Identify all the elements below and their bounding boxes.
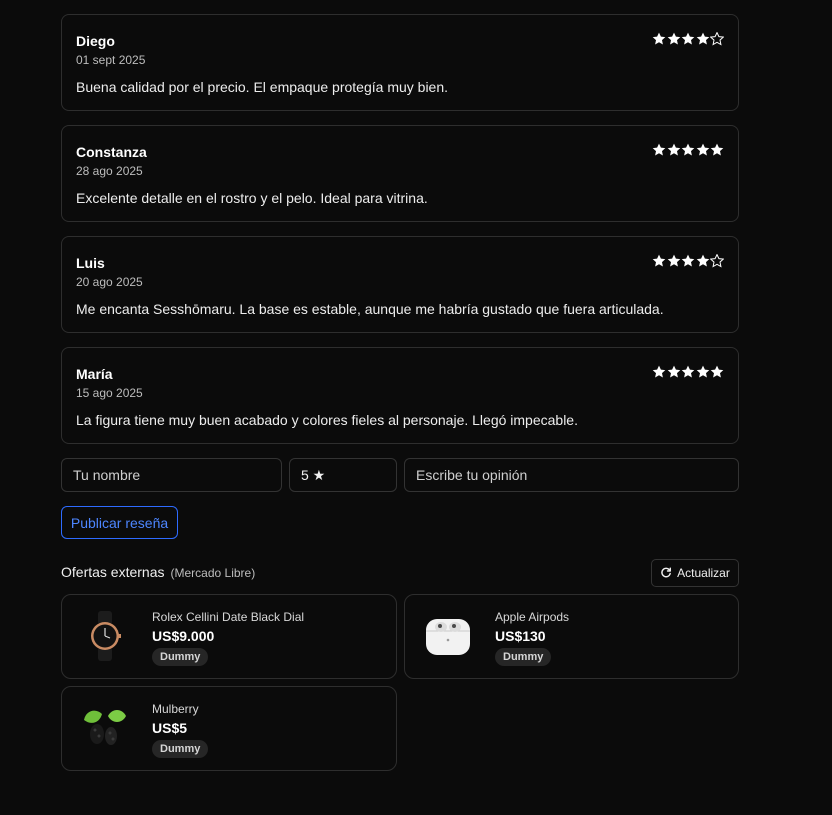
star-filled-icon [681, 365, 695, 378]
review-form: Tu nombre 5 ★ Escribe tu opinión [61, 458, 739, 492]
offer-card[interactable]: Mulberry US$5 Dummy [61, 686, 397, 771]
star-empty-icon [710, 254, 724, 268]
watch-icon [80, 611, 130, 661]
review-author: Constanza [76, 144, 147, 160]
review-text: Excelente detalle en el rostro y el pelo… [76, 190, 428, 206]
star-filled-icon [667, 254, 680, 267]
airpods-icon [423, 611, 473, 661]
star-filled-icon [696, 365, 709, 378]
offers-header: Ofertas externas (Mercado Libre) Actualiz… [61, 559, 739, 587]
star-filled-icon [667, 365, 680, 378]
star-filled-icon [681, 143, 695, 156]
star-filled-icon [652, 32, 666, 45]
offer-price: US$5 [152, 720, 188, 736]
review-author: María [76, 366, 113, 382]
review-card: Constanza 28 ago 2025 Excelente detalle … [61, 125, 739, 222]
star-filled-icon [696, 143, 709, 156]
review-text: La figura tiene muy buen acabado y color… [76, 412, 578, 428]
star-filled-icon [652, 254, 666, 267]
dummy-badge: Dummy [495, 648, 552, 666]
offer-name: Mulberry [152, 702, 199, 716]
star-rating [652, 32, 724, 46]
star-filled-icon [710, 143, 724, 156]
offer-name: Rolex Cellini Date Black Dial [152, 610, 305, 624]
offers-grid: Rolex Cellini Date Black Dial US$9.000 D… [61, 594, 739, 771]
refresh-label: Actualizar [677, 566, 730, 580]
offer-card[interactable]: Rolex Cellini Date Black Dial US$9.000 D… [61, 594, 397, 679]
name-input[interactable]: Tu nombre [61, 458, 282, 492]
dummy-badge: Dummy [152, 740, 209, 758]
dummy-badge: Dummy [152, 648, 209, 666]
refresh-icon [661, 567, 672, 578]
offer-card[interactable]: Apple Airpods US$130 Dummy [404, 594, 739, 679]
review-card: María 15 ago 2025 La figura tiene muy bu… [61, 347, 739, 444]
star-rating [652, 143, 725, 157]
star-filled-icon [710, 365, 724, 378]
reviews-section: Diego 01 sept 2025 Buena calidad por el … [61, 14, 739, 771]
rating-select[interactable]: 5 ★ [289, 458, 397, 492]
offer-name: Apple Airpods [495, 610, 570, 624]
review-text: Buena calidad por el precio. El empaque … [76, 79, 449, 95]
publish-review-button[interactable]: Publicar reseña [61, 506, 178, 539]
star-filled-icon [696, 254, 709, 267]
refresh-button[interactable]: Actualizar [651, 559, 739, 587]
review-date: 28 ago 2025 [76, 164, 143, 178]
offer-price: US$130 [495, 628, 546, 644]
opinion-input[interactable]: Escribe tu opinión [404, 458, 739, 492]
review-card: Diego 01 sept 2025 Buena calidad por el … [61, 14, 739, 111]
review-date: 15 ago 2025 [76, 386, 143, 400]
star-filled-icon [667, 32, 680, 45]
star-rating [652, 365, 725, 379]
review-author: Diego [76, 33, 115, 49]
star-rating [652, 254, 724, 268]
review-date: 01 sept 2025 [76, 53, 146, 67]
star-filled-icon [681, 254, 695, 267]
offers-title: Ofertas externas [61, 564, 165, 580]
star-filled-icon [667, 143, 680, 156]
review-card: Luis 20 ago 2025 Me encanta Sesshōmaru. … [61, 236, 739, 333]
star-filled-icon [652, 365, 666, 378]
review-date: 20 ago 2025 [76, 275, 143, 289]
star-empty-icon [710, 32, 724, 46]
review-text: Me encanta Sesshōmaru. La base es establ… [76, 301, 664, 317]
review-author: Luis [76, 255, 105, 271]
mulberry-icon [80, 703, 130, 753]
star-filled-icon [652, 143, 666, 156]
star-filled-icon [696, 32, 709, 45]
offers-subtitle: (Mercado Libre) [170, 566, 256, 580]
offers-heading: Ofertas externas (Mercado Libre) [61, 564, 255, 582]
star-filled-icon [681, 32, 695, 45]
offer-price: US$9.000 [152, 628, 215, 644]
